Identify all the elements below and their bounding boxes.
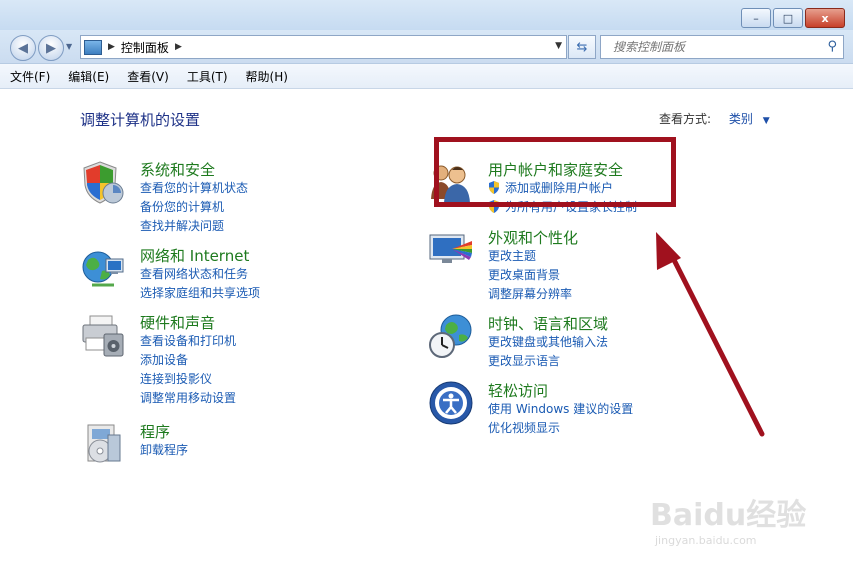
watermark-url: jingyan.baidu.com	[655, 534, 757, 547]
watermark-brand: Baidu经验	[650, 498, 807, 533]
baidu-watermark: Baidu经验 jingyan.baidu.com	[650, 478, 820, 558]
